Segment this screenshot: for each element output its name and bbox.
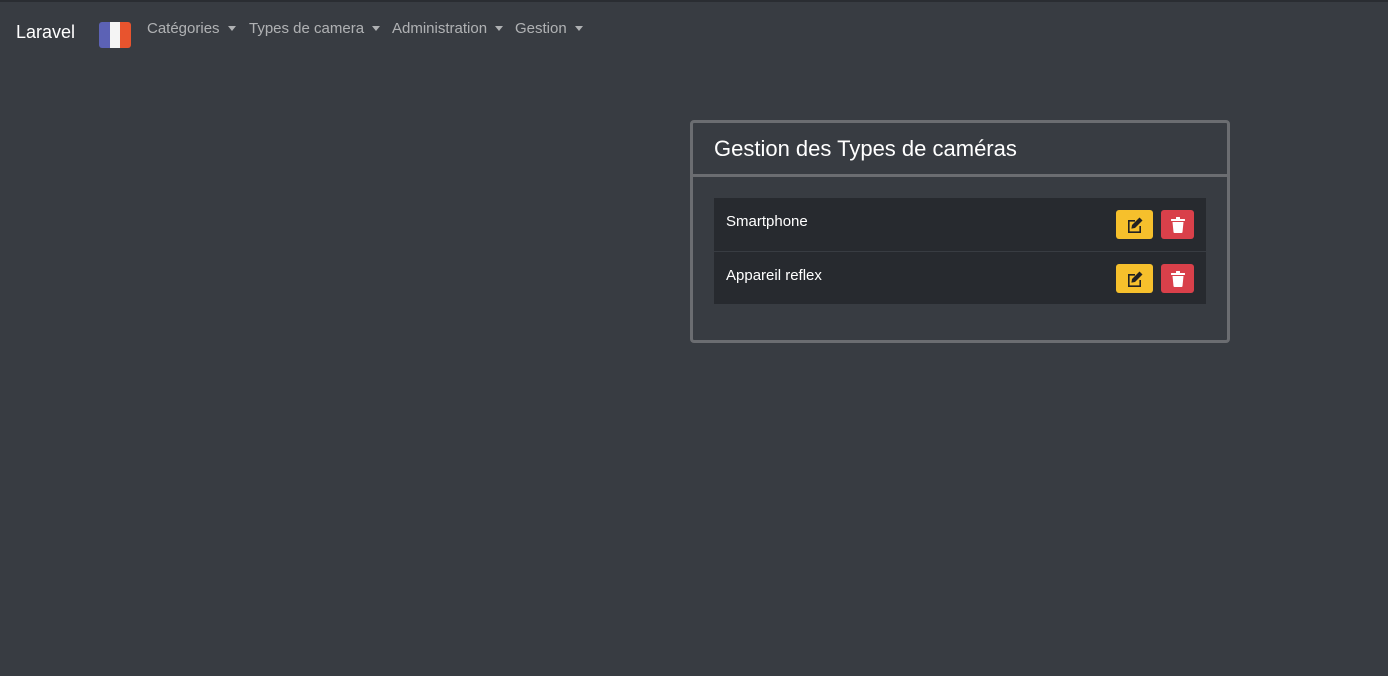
list-item: Appareil reflex (714, 251, 1206, 304)
camera-types-list: Smartphone Appareil reflex (714, 198, 1206, 304)
trash-icon (1170, 270, 1185, 287)
edit-button[interactable] (1116, 264, 1153, 293)
french-flag-icon[interactable] (99, 22, 131, 48)
card-title: Gestion des Types de caméras (714, 136, 1017, 161)
menu-label: Gestion (515, 20, 567, 37)
brand-link[interactable]: Laravel (16, 22, 75, 43)
edit-icon (1127, 217, 1142, 233)
menu-administration[interactable]: Administration (392, 20, 504, 37)
card-header: Gestion des Types de caméras (693, 123, 1227, 177)
list-item-label: Smartphone (726, 213, 808, 230)
edit-icon (1127, 271, 1142, 287)
menu-label: Catégories (147, 20, 220, 37)
caret-down-icon (495, 26, 504, 31)
list-item-label: Appareil reflex (726, 267, 822, 284)
navbar: Laravel Catégories Types de camera Admin… (0, 2, 1388, 56)
delete-button[interactable] (1161, 264, 1194, 293)
trash-icon (1170, 216, 1185, 233)
list-item: Smartphone (714, 198, 1206, 251)
edit-button[interactable] (1116, 210, 1153, 239)
camera-types-card: Gestion des Types de caméras Smartphone … (690, 120, 1230, 343)
caret-down-icon (574, 26, 583, 31)
menu-types-camera[interactable]: Types de camera (249, 20, 381, 37)
menu-gestion[interactable]: Gestion (515, 20, 583, 37)
caret-down-icon (227, 26, 236, 31)
menu-label: Administration (392, 20, 488, 37)
menu-categories[interactable]: Catégories (147, 20, 236, 37)
delete-button[interactable] (1161, 210, 1194, 239)
menu-label: Types de camera (249, 20, 365, 37)
caret-down-icon (372, 26, 381, 31)
